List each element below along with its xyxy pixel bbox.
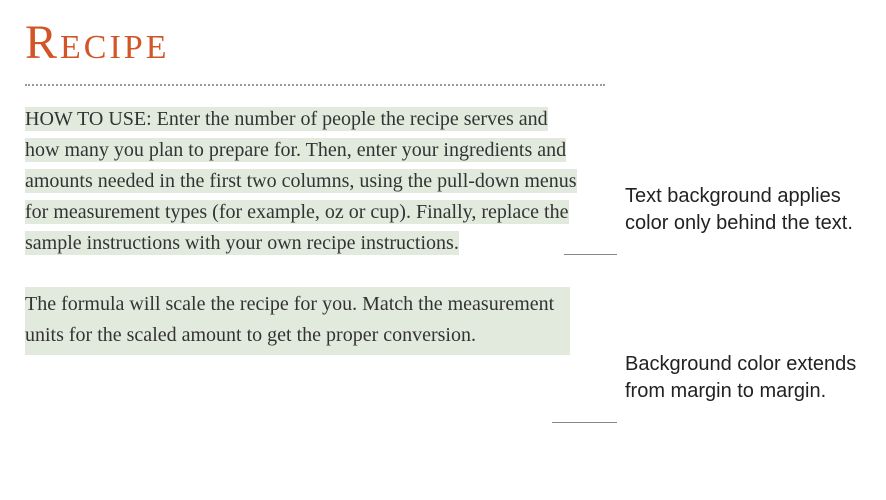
callout-leader-line-1: [564, 254, 617, 255]
document-content: Recipe HOW TO USE: Enter the number of p…: [25, 15, 585, 355]
callout-text-background: Text background applies color only behin…: [625, 183, 865, 237]
paragraph-text: The formula will scale the recipe for yo…: [25, 289, 566, 351]
callout-block-background: Background color extends from margin to …: [625, 351, 865, 405]
paragraph-block-background-example: The formula will scale the recipe for yo…: [25, 287, 570, 355]
highlighted-text: HOW TO USE: Enter the number of people t…: [25, 107, 577, 255]
document-title: Recipe: [25, 15, 585, 70]
callout-leader-line-2: [552, 422, 617, 423]
paragraph-text-background-example: HOW TO USE: Enter the number of people t…: [25, 104, 585, 259]
title-divider: [25, 84, 605, 86]
